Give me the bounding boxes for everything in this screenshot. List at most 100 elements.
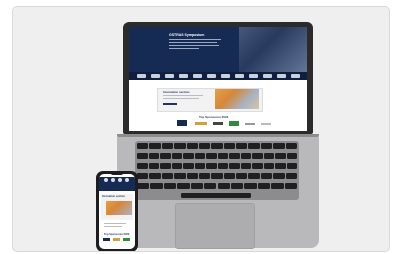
sponsor-logo	[261, 123, 271, 125]
sponsor-logo	[213, 122, 223, 125]
partner-logo	[263, 74, 272, 78]
keyboard-key	[273, 143, 285, 149]
keyboard-key	[211, 173, 223, 179]
phone-nav-icon[interactable]	[104, 178, 108, 182]
highlight-title: Innovation section	[163, 90, 190, 94]
keyboard-key	[263, 153, 274, 159]
keyboard-key	[217, 153, 228, 159]
keyboard-key	[160, 153, 171, 159]
keyboard-key	[174, 143, 186, 149]
keyboard-key	[229, 163, 240, 169]
sponsor-logo	[177, 120, 187, 126]
laptop-screen: GSTRAS Symposium Innovation section Top …	[129, 27, 307, 131]
keyboard-key	[194, 163, 205, 169]
laptop-keyboard	[135, 141, 299, 200]
partner-logo	[165, 74, 174, 78]
keyboard-key	[236, 173, 248, 179]
highlight-text-line	[163, 95, 203, 96]
sponsor-logo	[245, 123, 255, 125]
keyboard-key	[285, 173, 297, 179]
keyboard-key	[229, 153, 240, 159]
hero-title: GSTRAS Symposium	[169, 33, 205, 37]
keyboard-key	[186, 143, 198, 149]
keyboard-key	[206, 163, 217, 169]
keyboard-key	[198, 173, 211, 179]
phone-notch	[111, 173, 123, 175]
keyboard-key	[137, 143, 149, 149]
keyboard-key	[137, 183, 150, 189]
phone-text-line	[104, 226, 122, 227]
keyboard-key	[286, 163, 297, 169]
keyboard-key	[271, 183, 284, 189]
partner-logo	[249, 74, 258, 78]
hero-photo	[239, 27, 307, 72]
partner-logo	[221, 74, 230, 78]
keyboard-key	[263, 163, 274, 169]
keyboard-key	[223, 173, 236, 179]
keyboard-key	[183, 153, 194, 159]
keyboard-key	[204, 183, 217, 189]
keyboard-key	[171, 163, 182, 169]
keyboard-key	[206, 153, 217, 159]
phone-sponsors-title: Top Sponsoren 2023	[104, 233, 130, 236]
laptop-trackpad[interactable]	[175, 203, 255, 249]
keyboard-key	[252, 153, 263, 159]
phone-sponsor-logo	[123, 238, 130, 241]
keyboard-key	[236, 143, 248, 149]
keyboard-key	[194, 153, 205, 159]
keyboard-key	[257, 183, 271, 189]
phone-nav-icon[interactable]	[118, 178, 122, 182]
highlight-image	[215, 89, 259, 109]
keyboard-key	[174, 173, 186, 179]
phone-text-line	[104, 223, 126, 224]
partner-logo-strip	[129, 72, 307, 80]
keyboard-key	[244, 183, 257, 189]
keyboard-key	[230, 183, 244, 189]
highlight-text-line	[163, 98, 199, 99]
keyboard-key	[198, 143, 211, 149]
partner-logo	[151, 74, 160, 78]
phone-sponsor-logo	[113, 238, 120, 241]
keyboard-key	[284, 183, 297, 189]
keyboard-key	[190, 183, 204, 189]
keyboard-key	[160, 163, 171, 169]
hero-text-line	[169, 42, 217, 43]
keyboard-key	[137, 153, 148, 159]
space-bar-key	[181, 193, 251, 198]
hero-text-line	[169, 39, 221, 40]
keyboard-key	[260, 143, 273, 149]
partner-logo	[277, 74, 286, 78]
keyboard-key	[149, 173, 161, 179]
partner-logo	[193, 74, 202, 78]
keyboard-key	[163, 183, 177, 189]
phone-nav-icon[interactable]	[125, 178, 129, 182]
phone-screen: Innovation section Top Sponsoren 2023	[99, 174, 135, 249]
keyboard-key	[275, 163, 286, 169]
phone-highlight-image	[106, 201, 132, 215]
keyboard-key	[137, 173, 149, 179]
phone-nav-icon[interactable]	[111, 178, 115, 182]
keyboard-key	[149, 143, 161, 149]
keyboard-key	[161, 143, 174, 149]
keyboard-key	[177, 183, 190, 189]
keyboard-key	[252, 163, 263, 169]
partner-logo	[207, 74, 216, 78]
laptop-hinge	[117, 134, 319, 137]
keyboard-key	[186, 173, 198, 179]
partner-logo	[179, 74, 188, 78]
keyboard-key	[217, 163, 228, 169]
partner-logo	[291, 74, 300, 78]
sponsors-title: Top Sponsoren 2023	[199, 115, 229, 119]
keyboard-key	[240, 163, 251, 169]
keyboard-key	[240, 153, 251, 159]
keyboard-key	[211, 143, 223, 149]
partner-logo	[235, 74, 244, 78]
keyboard-key	[171, 153, 182, 159]
keyboard-key	[150, 183, 163, 189]
sponsor-logo	[229, 121, 239, 126]
keyboard-key	[275, 153, 286, 159]
highlight-button[interactable]	[163, 103, 177, 105]
keyboard-key	[286, 153, 297, 159]
mockup-frame: GSTRAS Symposium Innovation section Top …	[12, 6, 390, 252]
keyboard-key	[148, 153, 159, 159]
